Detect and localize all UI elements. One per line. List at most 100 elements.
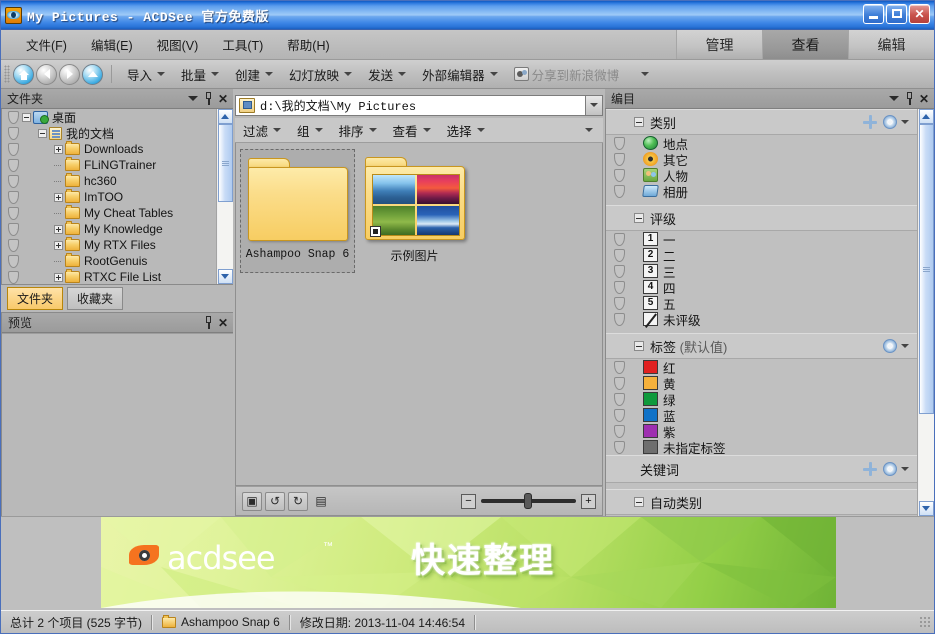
add-category-icon[interactable]: [863, 115, 877, 129]
catalog-item-rating-2[interactable]: 2 二: [606, 247, 917, 264]
folder-tree[interactable]: 桌面 我的文档 Downloads FLiNGTrainer hc360 ImT…: [2, 109, 216, 284]
toolbar-send[interactable]: 发送: [360, 62, 414, 87]
add-keyword-icon[interactable]: [863, 462, 877, 476]
address-input[interactable]: d:\我的文档\My Pictures: [235, 94, 586, 116]
chevron-down-icon[interactable]: [901, 344, 909, 348]
catalog-group-ratings[interactable]: 评级: [606, 205, 917, 231]
forward-icon[interactable]: [59, 63, 80, 85]
tree-row-hc360[interactable]: hc360: [2, 173, 216, 189]
expander-minus-icon[interactable]: [634, 497, 644, 507]
tab-favorites[interactable]: 收藏夹: [67, 287, 124, 310]
resize-grip[interactable]: [919, 616, 931, 628]
zoom-slider-thumb[interactable]: [524, 493, 532, 509]
tree-row-my-knowledge[interactable]: My Knowledge: [2, 221, 216, 237]
rotate-right-icon[interactable]: ↻: [288, 491, 308, 511]
scroll-down-icon[interactable]: [217, 269, 233, 284]
filter-button[interactable]: 过滤: [235, 119, 289, 142]
filterbar-overflow[interactable]: [577, 126, 603, 134]
catalog-item-label-none[interactable]: 未指定标签: [606, 439, 917, 456]
catalog-item-label-green[interactable]: 绿: [606, 391, 917, 408]
back-icon[interactable]: [36, 63, 57, 85]
rotate-left-icon[interactable]: ↺: [265, 491, 285, 511]
menu-tools[interactable]: 工具(T): [211, 32, 274, 57]
catalog-item-rating-3[interactable]: 3 三: [606, 263, 917, 280]
zoom-in-button[interactable]: +: [581, 493, 596, 509]
close-icon[interactable]: ✕: [917, 92, 931, 106]
toolbar-share-weibo[interactable]: 分享到新浪微博: [506, 62, 628, 87]
toolbar-import[interactable]: 导入: [119, 62, 173, 87]
acdsee-ad-banner[interactable]: acdsee ™ 快速整理: [101, 517, 836, 608]
expander-plus-icon[interactable]: [54, 192, 63, 202]
catalog-item-unrated[interactable]: 未评级: [606, 311, 917, 328]
expander-minus-icon[interactable]: [22, 112, 31, 122]
zoom-out-button[interactable]: −: [461, 493, 476, 509]
tree-row-my-cheat-tables[interactable]: My Cheat Tables: [2, 205, 216, 221]
folder-tree-scrollbar[interactable]: [216, 109, 233, 284]
address-dropdown-button[interactable]: [586, 94, 603, 116]
tab-folders[interactable]: 文件夹: [7, 287, 64, 310]
tab-view[interactable]: 查看: [762, 30, 848, 59]
tree-row-rootgenuis[interactable]: RootGenuis: [2, 253, 216, 269]
scroll-track[interactable]: [918, 124, 934, 501]
expander-minus-icon[interactable]: [38, 128, 47, 138]
menu-help[interactable]: 帮助(H): [276, 32, 340, 57]
catalog-group-categories[interactable]: 类别: [606, 109, 917, 135]
close-icon[interactable]: ✕: [216, 92, 230, 106]
chevron-down-icon[interactable]: [901, 467, 909, 471]
gear-icon[interactable]: [883, 462, 897, 476]
catalog-item-label-purple[interactable]: 紫: [606, 423, 917, 440]
expander-plus-icon[interactable]: [54, 224, 63, 234]
catalog-group-labels[interactable]: 标签 (默认值): [606, 333, 917, 359]
tree-row-my-documents[interactable]: 我的文档: [2, 125, 216, 141]
chevron-down-icon[interactable]: [188, 96, 198, 101]
home-icon[interactable]: [13, 63, 34, 85]
tree-row-rtxc-file-list[interactable]: RTXC File List: [2, 269, 216, 284]
catalog-item-location[interactable]: 地点: [606, 135, 917, 152]
scroll-track[interactable]: [217, 124, 233, 269]
pin-icon[interactable]: [202, 316, 216, 330]
expander-plus-icon[interactable]: [54, 240, 63, 250]
group-button[interactable]: 组: [289, 119, 331, 142]
toolbar-create[interactable]: 创建: [227, 62, 281, 87]
toolbar-external-editor[interactable]: 外部编辑器: [414, 62, 506, 87]
scroll-up-icon[interactable]: [217, 109, 233, 124]
scroll-up-icon[interactable]: [918, 109, 934, 124]
list-item[interactable]: 示例图片: [357, 149, 472, 273]
tree-row-my-rtx-files[interactable]: My RTX Files: [2, 237, 216, 253]
view-button[interactable]: 查看: [385, 119, 439, 142]
catalog-group-keywords[interactable]: 关键词: [606, 455, 917, 483]
pin-icon[interactable]: [903, 92, 917, 106]
zoom-slider[interactable]: [481, 493, 576, 509]
gear-icon[interactable]: [883, 339, 897, 353]
gear-icon[interactable]: [883, 115, 897, 129]
catalog-item-label-yellow[interactable]: 黄: [606, 375, 917, 392]
catalog-list[interactable]: 类别 地点 其它 人物 相册 评级 1 一 2 二 3 三 4 四 5 五 未评…: [606, 109, 917, 516]
catalog-group-auto-categories[interactable]: 自动类别: [606, 489, 917, 515]
maximize-button[interactable]: [886, 4, 907, 24]
file-list[interactable]: Ashampoo Snap 6 示例图片: [235, 143, 603, 486]
menu-file[interactable]: 文件(F): [15, 32, 78, 57]
tree-row-flingtrainer[interactable]: FLiNGTrainer: [2, 157, 216, 173]
image-well-icon[interactable]: ▣: [242, 491, 262, 511]
expander-minus-icon[interactable]: [634, 341, 644, 351]
chevron-down-icon[interactable]: [889, 96, 899, 101]
tree-row-downloads[interactable]: Downloads: [2, 141, 216, 157]
tab-manage[interactable]: 管理: [676, 30, 762, 59]
catalog-item-rating-5[interactable]: 5 五: [606, 295, 917, 312]
scroll-down-icon[interactable]: [918, 501, 934, 516]
expander-minus-icon[interactable]: [634, 213, 644, 223]
menu-view[interactable]: 视图(V): [146, 32, 210, 57]
toolbar-batch[interactable]: 批量: [173, 62, 227, 87]
menu-edit[interactable]: 编辑(E): [80, 32, 144, 57]
catalog-item-rating-4[interactable]: 4 四: [606, 279, 917, 296]
close-icon[interactable]: ✕: [216, 316, 230, 330]
catalog-item-album[interactable]: 相册: [606, 183, 917, 200]
filmstrip-icon[interactable]: ▤: [311, 492, 331, 511]
tree-row-imtoo[interactable]: ImTOO: [2, 189, 216, 205]
catalog-item-rating-1[interactable]: 1 一: [606, 231, 917, 248]
tab-edit[interactable]: 编辑: [848, 30, 934, 59]
chevron-down-icon[interactable]: [901, 120, 909, 124]
toolbar-grip[interactable]: [4, 65, 10, 83]
expander-minus-icon[interactable]: [634, 117, 644, 127]
catalog-item-label-red[interactable]: 红: [606, 359, 917, 376]
